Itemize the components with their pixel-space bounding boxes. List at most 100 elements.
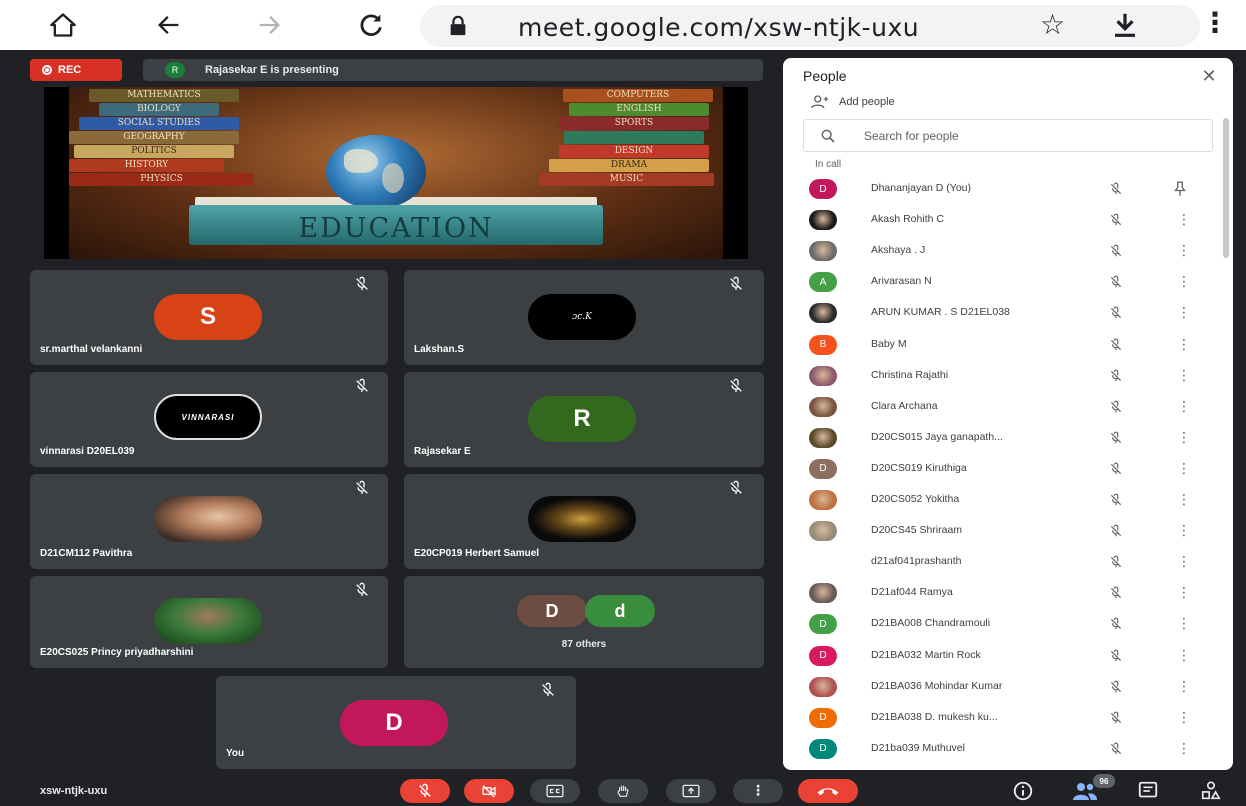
more-vert-icon[interactable]: ⋮ bbox=[1177, 336, 1191, 354]
chat-icon[interactable] bbox=[1137, 780, 1159, 802]
more-vert-icon[interactable]: ⋮ bbox=[1177, 709, 1191, 727]
more-vert-icon[interactable]: ⋮ bbox=[1177, 211, 1191, 229]
participant-row[interactable]: D20CS015 Jaya ganapath... ⋮ bbox=[783, 423, 1223, 454]
leave-call-button[interactable] bbox=[798, 779, 858, 803]
mic-off-icon[interactable] bbox=[1107, 306, 1125, 320]
participant-tile[interactable]: E20CS025 Princy priyadharshini bbox=[30, 576, 388, 668]
recording-badge[interactable]: REC bbox=[30, 59, 122, 81]
mic-off-icon[interactable] bbox=[1107, 617, 1125, 631]
forward-icon[interactable] bbox=[250, 6, 288, 44]
mic-off-icon[interactable] bbox=[1107, 338, 1125, 352]
participant-row[interactable]: B Baby M ⋮ bbox=[783, 330, 1223, 361]
lock-icon[interactable] bbox=[447, 15, 469, 37]
mic-off-icon[interactable] bbox=[1107, 524, 1125, 538]
download-icon[interactable] bbox=[1110, 10, 1140, 40]
reload-icon[interactable] bbox=[352, 6, 390, 44]
mic-off-icon[interactable] bbox=[1107, 431, 1125, 445]
others-tile[interactable]: D d 87 others bbox=[404, 576, 764, 668]
back-icon[interactable] bbox=[150, 6, 188, 44]
mic-off-icon[interactable] bbox=[1107, 680, 1125, 694]
mic-off-icon[interactable] bbox=[1107, 400, 1125, 414]
mic-off-icon[interactable] bbox=[1107, 244, 1125, 258]
more-vert-icon[interactable]: ⋮ bbox=[1177, 242, 1191, 260]
pin-icon[interactable] bbox=[1171, 180, 1189, 198]
mic-off-icon[interactable] bbox=[1107, 742, 1125, 756]
close-icon[interactable]: ✕ bbox=[1199, 66, 1219, 87]
more-vert-icon[interactable]: ⋮ bbox=[1177, 273, 1191, 291]
more-vert-icon[interactable]: ⋮ bbox=[1177, 367, 1191, 385]
mic-off-icon[interactable] bbox=[1107, 462, 1125, 476]
book-spine: DRAMA bbox=[549, 159, 709, 172]
self-tile[interactable]: D You bbox=[216, 676, 576, 769]
participant-name: D21BA032 Martin Rock bbox=[871, 648, 981, 661]
mic-off-icon[interactable] bbox=[1107, 182, 1125, 196]
browser-toolbar: meet.google.com/xsw-ntjk-uxu ☆ ⋮ bbox=[0, 0, 1246, 50]
mic-off-icon[interactable] bbox=[1107, 711, 1125, 725]
raise-hand-button[interactable] bbox=[598, 779, 648, 803]
mic-off-icon[interactable] bbox=[1107, 649, 1125, 663]
more-vert-icon[interactable]: ⋮ bbox=[1177, 304, 1191, 322]
participant-row[interactable]: D21BA036 Mohindar Kumar ⋮ bbox=[783, 672, 1223, 703]
star-icon[interactable]: ☆ bbox=[1040, 8, 1065, 41]
more-vert-icon[interactable]: ⋮ bbox=[1177, 615, 1191, 633]
participant-row[interactable]: D D21BA038 D. mukesh ku... ⋮ bbox=[783, 703, 1223, 734]
more-vert-icon[interactable]: ⋮ bbox=[1177, 584, 1191, 602]
url-text[interactable]: meet.google.com/xsw-ntjk-uxu bbox=[518, 13, 919, 42]
participant-row[interactable]: d21af041prashanth ⋮ bbox=[783, 547, 1223, 578]
participant-row[interactable]: D21af044 Ramya ⋮ bbox=[783, 578, 1223, 609]
scrollbar[interactable] bbox=[1223, 118, 1229, 258]
participant-photo bbox=[809, 521, 837, 542]
participant-row[interactable]: D D21ba039 Muthuvel ⋮ bbox=[783, 734, 1223, 765]
camera-toggle-button[interactable] bbox=[464, 779, 514, 803]
participant-tile[interactable]: ɔc.K Lakshan.S bbox=[404, 270, 764, 365]
participant-tile[interactable]: VINNARASI vinnarasi D20EL039 bbox=[30, 372, 388, 467]
participant-tile[interactable]: E20CP019 Herbert Samuel bbox=[404, 474, 764, 569]
more-vert-icon[interactable]: ⋮ bbox=[1177, 398, 1191, 416]
participant-row[interactable]: D20CS45 Shriraam ⋮ bbox=[783, 516, 1223, 547]
more-vert-icon[interactable]: ⋮ bbox=[1177, 460, 1191, 478]
add-people-button[interactable]: Add people bbox=[811, 95, 895, 109]
participant-photo bbox=[809, 241, 837, 262]
more-vert-icon[interactable]: ⋮ bbox=[1177, 740, 1191, 758]
mic-off-icon[interactable] bbox=[1107, 555, 1125, 569]
participant-row[interactable]: Akshaya . J ⋮ bbox=[783, 236, 1223, 267]
mic-off-icon[interactable] bbox=[1107, 493, 1125, 507]
more-vert-icon[interactable]: ⋮ bbox=[1177, 429, 1191, 447]
mic-toggle-button[interactable] bbox=[400, 779, 450, 803]
more-vert-icon[interactable]: ⋮ bbox=[1177, 678, 1191, 696]
participant-row[interactable]: ARUN KUMAR . S D21EL038 ⋮ bbox=[783, 298, 1223, 329]
participant-row[interactable]: D D21BA032 Martin Rock ⋮ bbox=[783, 641, 1223, 672]
participant-tile[interactable]: S sr.marthal velankanni bbox=[30, 270, 388, 365]
participant-name: Rajasekar E bbox=[414, 446, 471, 457]
search-field[interactable] bbox=[803, 119, 1213, 152]
mic-off-icon[interactable] bbox=[1107, 275, 1125, 289]
book-spine: GEOGRAPHY bbox=[69, 131, 239, 144]
participant-row[interactable]: D D21BA008 Chandramouli ⋮ bbox=[783, 609, 1223, 640]
participant-row[interactable]: Clara Archana ⋮ bbox=[783, 392, 1223, 423]
address-bar[interactable]: meet.google.com/xsw-ntjk-uxu ☆ bbox=[420, 5, 1200, 47]
participant-tile[interactable]: D21CM112 Pavithra bbox=[30, 474, 388, 569]
participant-row[interactable]: A Arivarasan N ⋮ bbox=[783, 267, 1223, 298]
participant-row[interactable]: D20CS052 Yokitha ⋮ bbox=[783, 485, 1223, 516]
participant-row[interactable]: Christina Rajathi ⋮ bbox=[783, 361, 1223, 392]
activities-icon[interactable] bbox=[1200, 780, 1222, 802]
mic-off-icon[interactable] bbox=[1107, 369, 1125, 383]
more-vert-icon[interactable]: ⋮ bbox=[1177, 647, 1191, 665]
more-options-button[interactable]: ⋮ bbox=[733, 779, 783, 803]
participant-row[interactable]: D D20CS019 Kiruthiga ⋮ bbox=[783, 454, 1223, 485]
info-icon[interactable] bbox=[1012, 780, 1034, 802]
participant-row[interactable]: Akash Rohith C ⋮ bbox=[783, 205, 1223, 236]
participant-row[interactable]: D Dhananjayan D (You) bbox=[783, 174, 1223, 205]
presentation-view[interactable]: MATHEMATICS BIOLOGY SOCIAL STUDIES GEOGR… bbox=[44, 87, 748, 259]
more-vert-icon[interactable]: ⋮ bbox=[1177, 522, 1191, 540]
more-vert-icon[interactable]: ⋮ bbox=[1200, 6, 1230, 44]
search-input[interactable] bbox=[864, 126, 1164, 146]
more-vert-icon[interactable]: ⋮ bbox=[1177, 553, 1191, 571]
mic-off-icon[interactable] bbox=[1107, 213, 1125, 227]
mic-off-icon[interactable] bbox=[1107, 586, 1125, 600]
present-button[interactable] bbox=[666, 779, 716, 803]
captions-button[interactable] bbox=[530, 779, 580, 803]
participant-tile[interactable]: R Rajasekar E bbox=[404, 372, 764, 467]
home-icon[interactable] bbox=[44, 6, 82, 44]
more-vert-icon[interactable]: ⋮ bbox=[1177, 491, 1191, 509]
